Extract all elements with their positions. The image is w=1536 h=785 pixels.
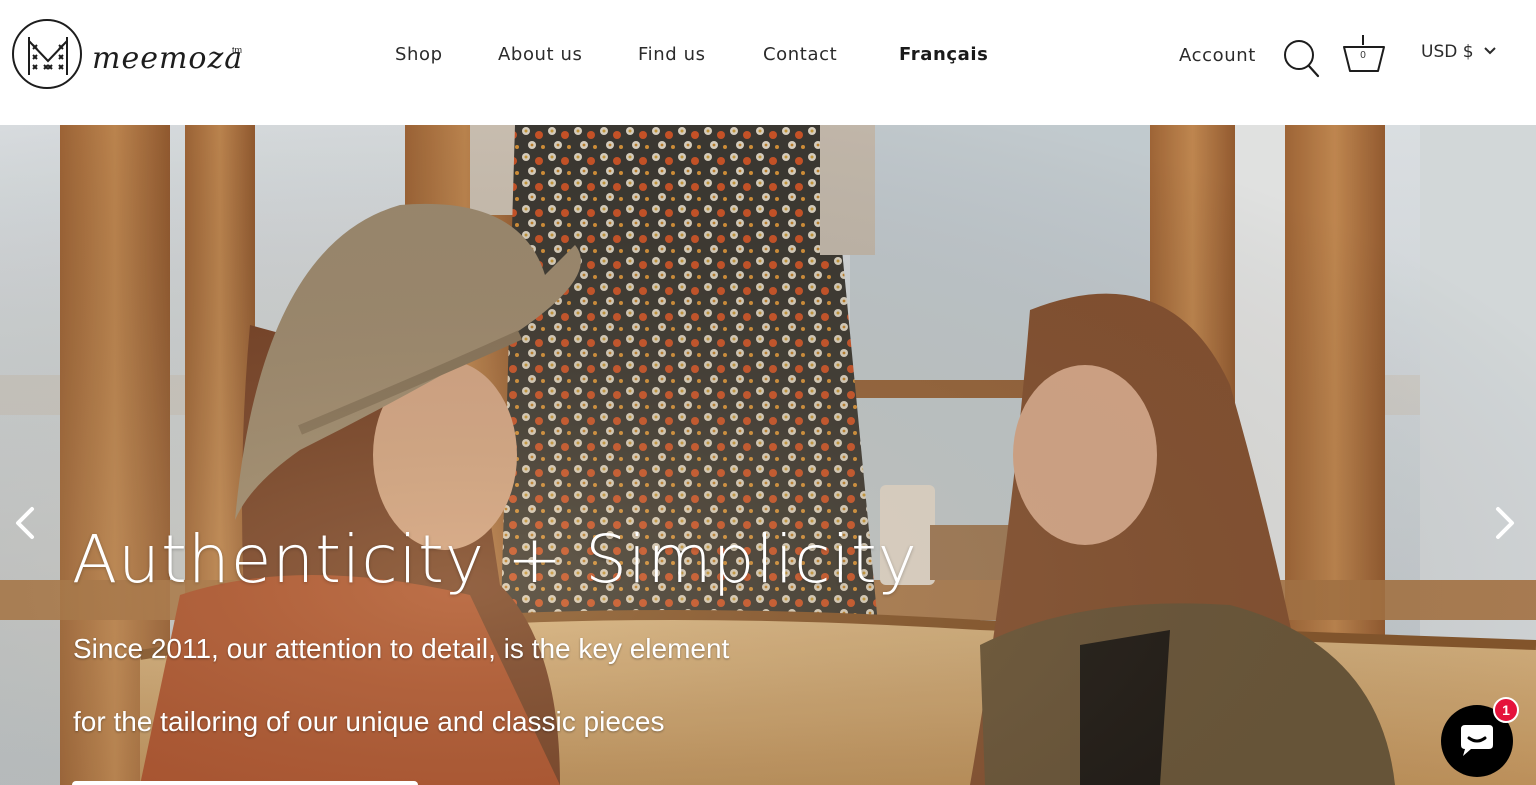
- site-header: meemoza tm Shop About us Find us Contact…: [0, 0, 1536, 125]
- currency-selector[interactable]: USD $: [1421, 42, 1496, 62]
- hero-banner: Authenticity + Simplicity Since 2011, ou…: [0, 125, 1536, 785]
- chat-unread-badge: 1: [1493, 697, 1519, 723]
- nav-about-us[interactable]: About us: [498, 44, 583, 65]
- search-icon[interactable]: [1282, 38, 1320, 83]
- chat-launcher[interactable]: 1: [1441, 697, 1519, 777]
- hero-subtitle-line-2: for the tailoring of our unique and clas…: [73, 706, 665, 737]
- brand-tm: tm: [232, 45, 242, 55]
- cart-count: 0: [1360, 50, 1366, 61]
- nav-language-francais[interactable]: Français: [899, 44, 988, 65]
- chevron-left-icon[interactable]: [10, 503, 40, 543]
- hero-subtitle-line-1: Since 2011, our attention to detail, is …: [73, 633, 730, 664]
- nav-find-us[interactable]: Find us: [638, 44, 706, 65]
- hero-cta-button[interactable]: [72, 781, 418, 785]
- account-link[interactable]: Account: [1179, 45, 1256, 66]
- nav-contact[interactable]: Contact: [763, 44, 837, 65]
- logo-monogram: [12, 19, 82, 89]
- chevron-down-icon: [1483, 44, 1496, 58]
- currency-value: USD $: [1421, 42, 1474, 62]
- brand-logo[interactable]: meemoza tm: [12, 19, 252, 95]
- nav-shop[interactable]: Shop: [395, 44, 443, 65]
- brand-name: meemoza: [92, 41, 244, 76]
- chevron-right-icon[interactable]: [1490, 503, 1520, 543]
- hero-title: Authenticity + Simplicity: [72, 521, 918, 598]
- hero-photo: [0, 125, 1536, 785]
